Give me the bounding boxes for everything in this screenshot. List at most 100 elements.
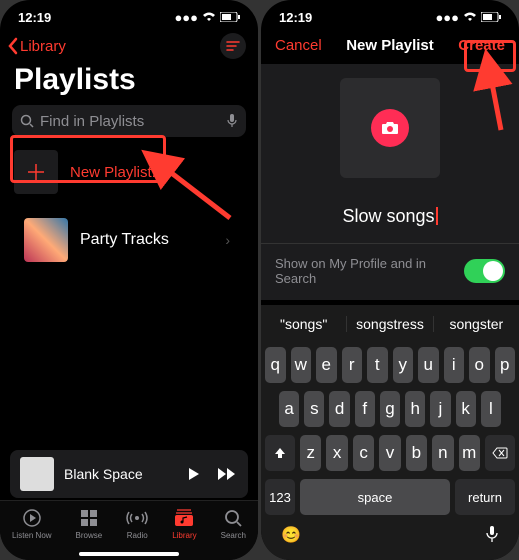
key-r[interactable]: r <box>342 347 363 383</box>
key-h[interactable]: h <box>405 391 425 427</box>
key-d[interactable]: d <box>329 391 349 427</box>
tab-search[interactable]: Search <box>221 507 246 540</box>
status-icons: ●●● <box>174 10 240 25</box>
suggestion[interactable]: "songs" <box>261 316 347 332</box>
tab-radio[interactable]: Radio <box>126 507 148 540</box>
status-time: 12:19 <box>18 10 51 25</box>
signal-icon: ●●● <box>435 10 459 25</box>
playlist-row[interactable]: Party Tracks › <box>24 215 234 265</box>
key-n[interactable]: n <box>432 435 453 471</box>
key-g[interactable]: g <box>380 391 400 427</box>
key-t[interactable]: t <box>367 347 388 383</box>
wifi-icon <box>202 10 216 25</box>
key-i[interactable]: i <box>444 347 465 383</box>
plus-icon <box>25 161 47 183</box>
chevron-right-icon: › <box>225 232 230 248</box>
now-playing-bar[interactable]: Blank Space <box>10 450 248 498</box>
artwork-picker[interactable] <box>261 64 519 188</box>
camera-icon <box>381 121 399 135</box>
key-row-3: zxcvbnm <box>261 431 519 475</box>
tab-library[interactable]: Library <box>172 507 196 540</box>
key-m[interactable]: m <box>459 435 480 471</box>
key-o[interactable]: o <box>469 347 490 383</box>
key-e[interactable]: e <box>316 347 337 383</box>
status-bar: 12:19 ●●● <box>261 0 519 27</box>
battery-icon <box>481 10 501 25</box>
play-circle-icon <box>21 507 43 529</box>
create-button[interactable]: Create <box>458 37 505 54</box>
sort-button[interactable] <box>220 33 246 59</box>
status-icons: ●●● <box>435 10 501 25</box>
camera-button[interactable] <box>371 109 409 147</box>
key-v[interactable]: v <box>379 435 400 471</box>
signal-icon: ●●● <box>174 10 198 25</box>
delete-key[interactable] <box>485 435 515 471</box>
new-playlist-label: New Playlist... <box>70 164 164 181</box>
key-s[interactable]: s <box>304 391 324 427</box>
library-icon <box>173 507 195 529</box>
tab-listen-now[interactable]: Listen Now <box>12 507 52 540</box>
key-z[interactable]: z <box>300 435 321 471</box>
playlist-list: New Playlist... Party Tracks › <box>12 147 246 265</box>
back-button[interactable]: Library <box>6 37 66 55</box>
keyboard: "songs" songstress songster qwertyuiop a… <box>261 305 519 560</box>
playlist-art <box>24 218 68 262</box>
new-playlist-row[interactable]: New Playlist... <box>12 147 246 197</box>
cancel-button[interactable]: Cancel <box>275 37 322 54</box>
key-c[interactable]: c <box>353 435 374 471</box>
back-label: Library <box>20 38 66 55</box>
key-j[interactable]: j <box>430 391 450 427</box>
artwork-box <box>340 78 440 178</box>
key-k[interactable]: k <box>456 391 476 427</box>
key-x[interactable]: x <box>326 435 347 471</box>
chevron-left-icon <box>6 37 20 55</box>
suggestion[interactable]: songster <box>434 316 519 332</box>
home-indicator[interactable] <box>79 552 179 556</box>
modal-title: New Playlist <box>346 37 434 54</box>
emoji-key[interactable]: 😊 <box>281 525 301 548</box>
key-w[interactable]: w <box>291 347 312 383</box>
numeric-key[interactable]: 123 <box>265 479 295 515</box>
key-y[interactable]: y <box>393 347 414 383</box>
key-row-2: asdfghjkl <box>261 387 519 431</box>
shift-key[interactable] <box>265 435 295 471</box>
key-p[interactable]: p <box>495 347 516 383</box>
mic-icon[interactable] <box>226 113 238 129</box>
tab-bar: Listen Now Browse Radio Library Search <box>0 500 258 560</box>
search-placeholder: Find in Playlists <box>40 113 220 130</box>
profile-option-toggle[interactable] <box>464 259 505 283</box>
search-icon <box>20 114 34 128</box>
key-row-4: 123 space return <box>261 475 519 519</box>
now-playing-title: Blank Space <box>64 466 176 482</box>
radio-icon <box>126 507 148 529</box>
phone-left-playlists: 12:19 ●●● Library Playlists Find in Play… <box>0 0 258 560</box>
status-bar: 12:19 ●●● <box>0 0 258 27</box>
return-key[interactable]: return <box>455 479 515 515</box>
key-l[interactable]: l <box>481 391 501 427</box>
key-row-1: qwertyuiop <box>261 343 519 387</box>
playlist-name-input[interactable]: Slow songs <box>261 188 519 243</box>
key-u[interactable]: u <box>418 347 439 383</box>
key-q[interactable]: q <box>265 347 286 383</box>
wifi-icon <box>463 10 477 25</box>
page-title: Playlists <box>0 63 258 105</box>
dictation-key[interactable] <box>485 525 499 548</box>
play-icon[interactable] <box>186 466 202 482</box>
modal-nav: Cancel New Playlist Create <box>261 27 519 64</box>
status-time: 12:19 <box>279 10 312 25</box>
key-b[interactable]: b <box>406 435 427 471</box>
profile-option-label: Show on My Profile and in Search <box>275 256 464 286</box>
tab-browse[interactable]: Browse <box>76 507 103 540</box>
phone-right-new-playlist: 12:19 ●●● Cancel New Playlist Create Slo… <box>261 0 519 560</box>
search-input[interactable]: Find in Playlists <box>12 105 246 137</box>
now-playing-art <box>20 457 54 491</box>
forward-icon[interactable] <box>216 466 238 482</box>
plus-box <box>14 150 58 194</box>
modal-body: Slow songs Show on My Profile and in Sea… <box>261 64 519 300</box>
suggestion[interactable]: songstress <box>347 316 433 332</box>
nav-bar: Library <box>0 27 258 63</box>
key-a[interactable]: a <box>279 391 299 427</box>
playlist-name: Party Tracks <box>80 231 169 249</box>
key-f[interactable]: f <box>355 391 375 427</box>
space-key[interactable]: space <box>300 479 450 515</box>
